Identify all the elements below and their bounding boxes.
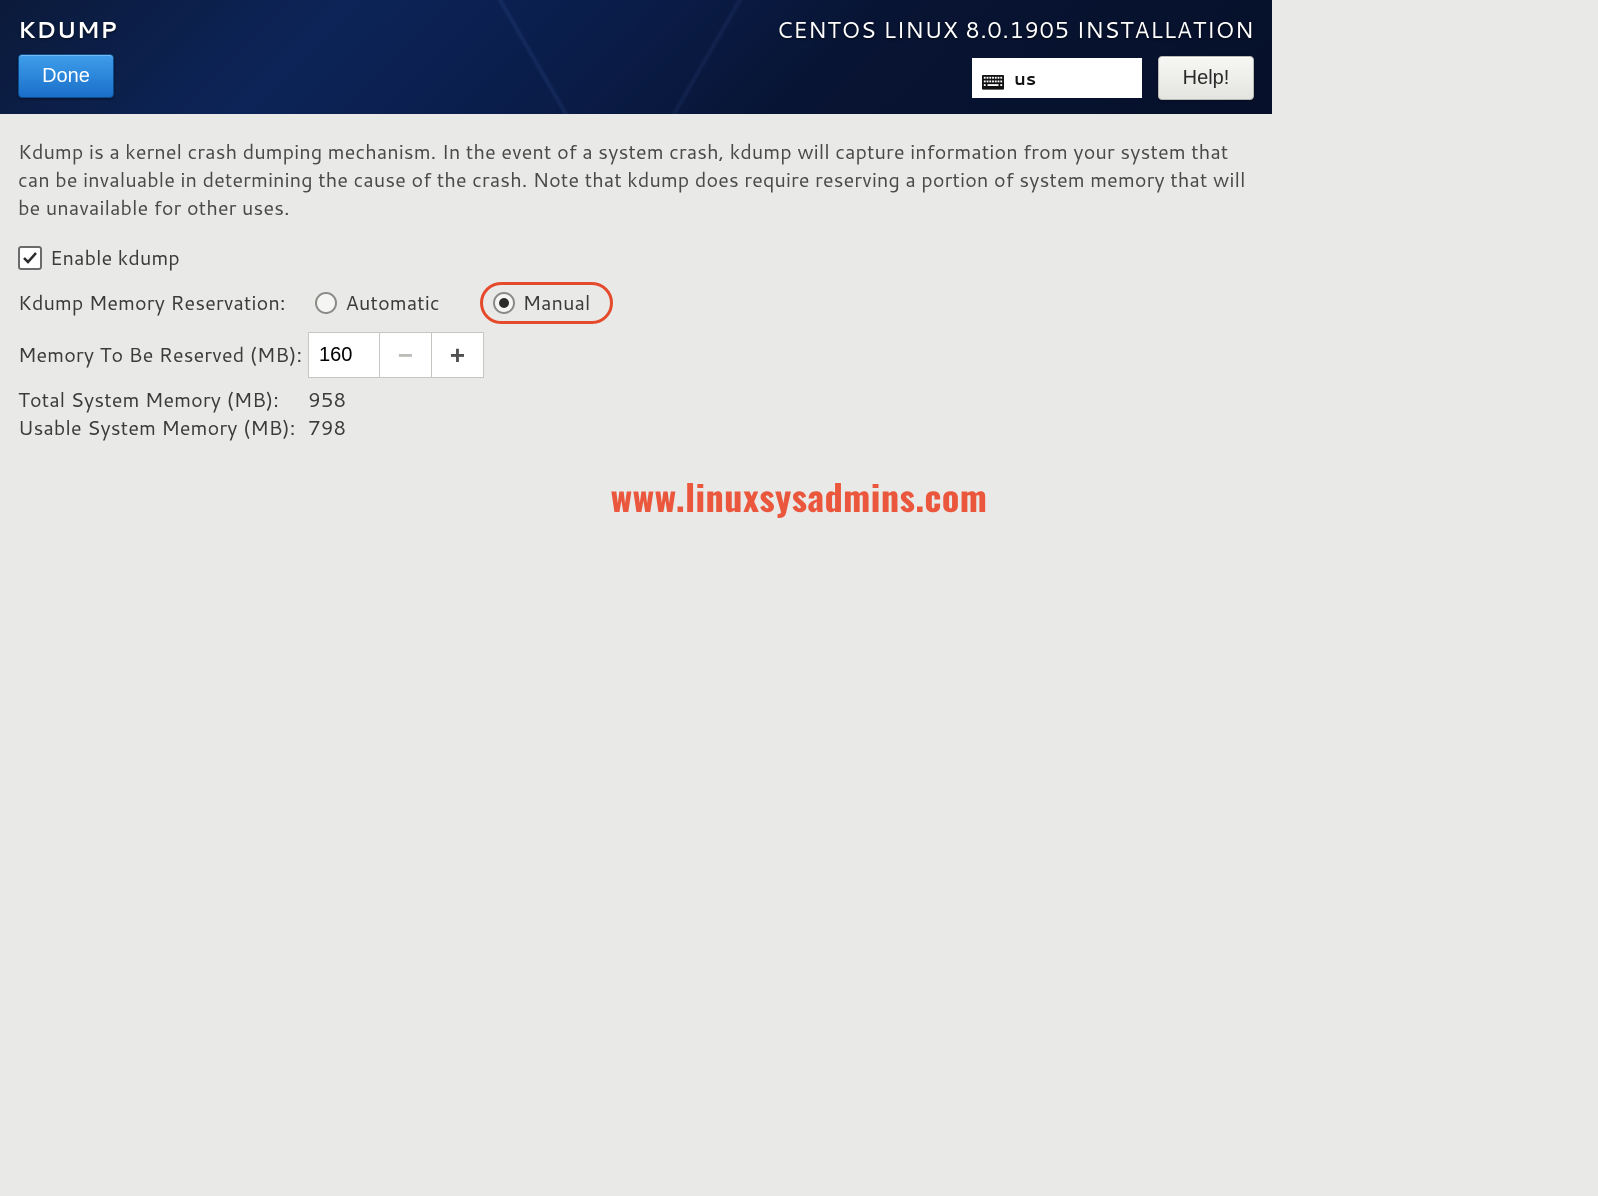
help-button[interactable]: Help!	[1158, 56, 1254, 100]
page-title: KDUMP	[18, 14, 118, 46]
memory-reserve-stepper: − +	[308, 332, 484, 378]
keyboard-layout-label: us	[1014, 65, 1036, 91]
header-left: KDUMP Done	[18, 14, 118, 104]
usable-memory-label: Usable System Memory (MB):	[18, 414, 302, 442]
header-bar: KDUMP Done CENTOS LINUX 8.0.1905 INSTALL…	[0, 0, 1272, 114]
enable-kdump-label: Enable kdump	[50, 244, 180, 272]
radio-icon	[493, 292, 515, 314]
keyboard-icon	[982, 70, 1004, 86]
memory-reserve-label: Memory To Be Reserved (MB):	[18, 341, 302, 369]
radio-manual-label: Manual	[523, 289, 591, 317]
watermark-text: www.linuxsysadmins.com	[611, 470, 988, 523]
header-right: CENTOS LINUX 8.0.1905 INSTALLATION us He…	[776, 14, 1254, 104]
radio-manual[interactable]: Manual	[493, 289, 591, 317]
installation-title: CENTOS LINUX 8.0.1905 INSTALLATION	[776, 14, 1254, 46]
stepper-increment-button[interactable]: +	[431, 333, 483, 377]
total-memory-value: 958	[308, 386, 346, 414]
main-content: Kdump is a kernel crash dumping mechanis…	[0, 114, 1272, 466]
radio-icon	[315, 292, 337, 314]
kdump-description: Kdump is a kernel crash dumping mechanis…	[18, 138, 1254, 222]
reservation-radio-group: Automatic Manual	[315, 282, 613, 324]
usable-memory-value: 798	[308, 414, 346, 442]
memory-reserve-input[interactable]	[309, 333, 379, 377]
radio-automatic[interactable]: Automatic	[315, 289, 439, 317]
stepper-decrement-button[interactable]: −	[379, 333, 431, 377]
done-button[interactable]: Done	[18, 54, 114, 98]
radio-manual-highlight: Manual	[480, 282, 614, 324]
total-memory-label: Total System Memory (MB):	[18, 386, 302, 414]
radio-automatic-label: Automatic	[345, 289, 439, 317]
enable-kdump-checkbox[interactable]	[18, 246, 42, 270]
reservation-label: Kdump Memory Reservation:	[18, 289, 285, 317]
keyboard-layout-selector[interactable]: us	[972, 58, 1142, 98]
memory-info: Total System Memory (MB): 958 Usable Sys…	[18, 386, 1254, 442]
